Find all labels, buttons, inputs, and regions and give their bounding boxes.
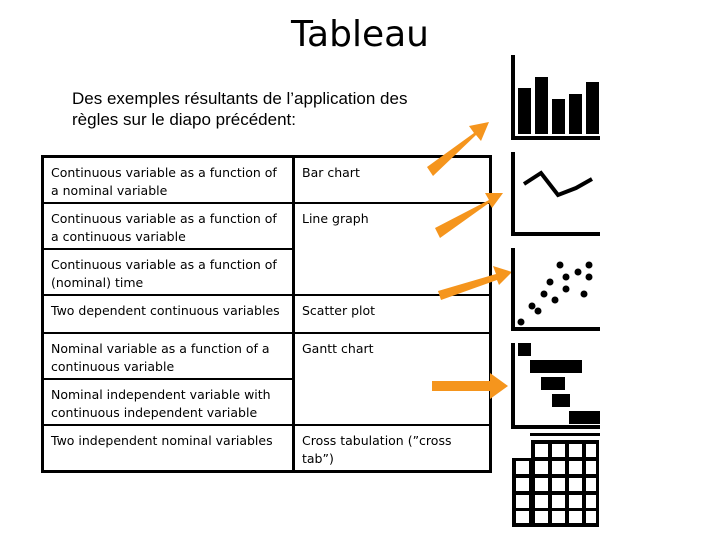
gantt-chart-icon [511,343,600,429]
bar [586,82,599,134]
axis-x [511,232,600,236]
scatter-point [546,278,554,286]
line-series [522,170,593,198]
scatter-point [551,296,559,304]
cross-tab-grid-icon [512,433,600,527]
bar [552,99,565,134]
gantt-bar [552,394,570,407]
scatter-point [517,318,525,326]
bar [518,88,531,134]
chart-icons-layer [511,55,600,527]
axis-x [511,327,600,331]
axis-x [511,136,600,140]
bar-chart-icon [511,55,600,140]
axis-y [511,152,515,236]
axis-x [511,425,600,429]
axis-y [511,55,515,140]
scatter-point [574,268,582,276]
scatter-point [580,290,588,298]
gantt-bar [541,377,565,390]
axis-y [511,248,515,331]
scatter-point [556,261,564,269]
gantt-bar [518,343,531,356]
axis-y [511,343,515,429]
scatter-plot-icon [511,248,600,331]
gantt-bar [530,360,582,373]
bar [535,77,548,134]
gantt-bar [569,411,600,424]
scatter-point [540,290,548,298]
scatter-point [562,285,570,293]
scatter-point [562,273,570,281]
scatter-point [585,273,593,281]
grid-top-line [530,433,600,436]
scatter-point [528,302,536,310]
scatter-point [585,261,593,269]
scatter-point [534,307,542,315]
bar [569,94,582,134]
line-graph-icon [511,152,600,236]
